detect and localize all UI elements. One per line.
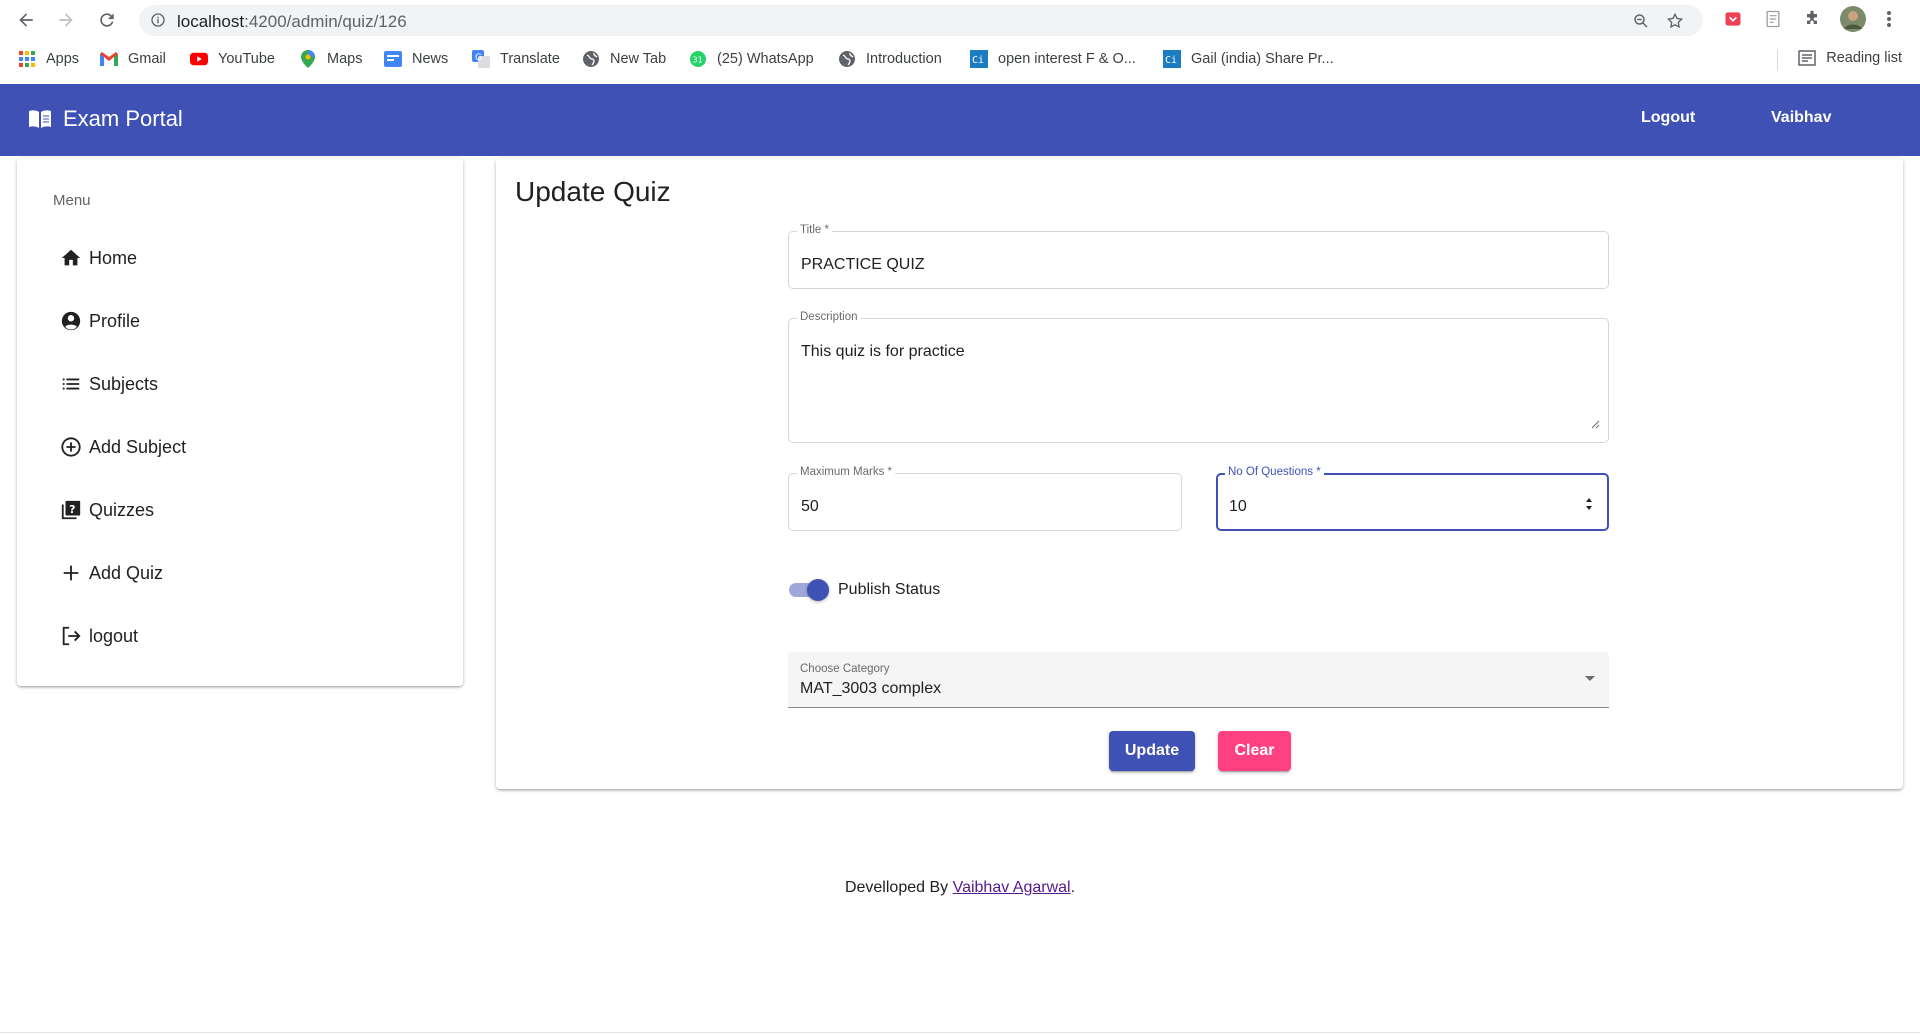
- sidebar: Menu Home Profile Subjects Add Subject ?…: [17, 158, 463, 686]
- svg-text:Ci: Ci: [1165, 55, 1177, 66]
- bookmark-gail-share[interactable]: Ci Gail (india) Share Pr...: [1163, 50, 1334, 68]
- forward-icon[interactable]: [54, 8, 78, 32]
- sidebar-item-profile[interactable]: Profile: [59, 309, 140, 333]
- translate-icon: G: [472, 50, 490, 68]
- docs-extension-icon[interactable]: [1763, 9, 1783, 34]
- bookmark-introduction[interactable]: Introduction: [838, 50, 942, 68]
- bookmark-new-tab[interactable]: New Tab: [582, 50, 666, 68]
- reload-icon[interactable]: [95, 8, 119, 32]
- footer: Develloped By Vaibhav Agarwal.: [844, 879, 1076, 896]
- number-spinner-icon[interactable]: [1585, 497, 1593, 516]
- title-field[interactable]: Title * PRACTICE QUIZ: [788, 224, 1609, 289]
- update-button[interactable]: Update: [1109, 731, 1195, 771]
- zoom-icon[interactable]: [1632, 12, 1650, 35]
- sidebar-item-subjects[interactable]: Subjects: [59, 372, 158, 396]
- more-options-icon[interactable]: [1886, 9, 1892, 34]
- ci-icon: Ci: [970, 50, 988, 68]
- bookmarks-divider: [1777, 49, 1778, 71]
- sidebar-item-logout[interactable]: logout: [59, 624, 138, 648]
- resize-handle-icon[interactable]: [1590, 416, 1600, 434]
- ci-icon: Ci: [1163, 50, 1181, 68]
- brand[interactable]: Exam Portal: [27, 106, 183, 132]
- bookmark-gmail[interactable]: Gmail: [100, 50, 166, 68]
- gmail-icon: [100, 50, 118, 68]
- bookmarks-bar: Apps Gmail YouTube Maps News G Translate…: [0, 41, 1920, 79]
- whatsapp-icon: 31: [689, 50, 707, 68]
- svg-text:?: ?: [69, 503, 75, 516]
- logout-icon: [59, 624, 83, 648]
- bookmark-open-interest[interactable]: Ci open interest F & O...: [970, 50, 1136, 68]
- bookmark-maps[interactable]: Maps: [299, 50, 362, 68]
- user-link[interactable]: Vaibhav: [1771, 109, 1831, 127]
- update-quiz-card: Update Quiz Title * PRACTICE QUIZ Descri…: [496, 158, 1903, 789]
- page-bottom-divider: [0, 1032, 1920, 1033]
- address-bar[interactable]: localhost:4200/admin/quiz/126: [139, 5, 1703, 36]
- svg-text:G: G: [475, 53, 482, 63]
- add-icon: [59, 561, 83, 585]
- questions-count-field[interactable]: No Of Questions * 10: [1216, 466, 1609, 531]
- logout-link[interactable]: Logout: [1641, 109, 1695, 127]
- bookmark-news[interactable]: News: [384, 50, 448, 68]
- bookmark-apps[interactable]: Apps: [18, 50, 79, 68]
- bookmark-youtube[interactable]: YouTube: [190, 50, 275, 68]
- maps-pin-icon: [299, 50, 317, 68]
- app-toolbar: Exam Portal Logout Vaibhav: [0, 84, 1920, 156]
- pocket-extension-icon[interactable]: [1723, 9, 1743, 34]
- page-title: Update Quiz: [515, 176, 671, 207]
- globe-icon: [838, 50, 856, 68]
- info-icon[interactable]: [150, 12, 166, 33]
- home-icon: [59, 246, 83, 270]
- description-field[interactable]: Description This quiz is for practice: [788, 311, 1609, 443]
- youtube-icon: [190, 50, 208, 68]
- author-link[interactable]: Vaibhav Agarwal: [953, 879, 1071, 896]
- sidebar-item-home[interactable]: Home: [59, 246, 137, 270]
- publish-status-toggle[interactable]: Publish Status: [789, 579, 940, 601]
- svg-text:Ci: Ci: [972, 55, 984, 66]
- sidebar-heading: Menu: [53, 192, 91, 209]
- sidebar-item-add-subject[interactable]: Add Subject: [59, 435, 186, 459]
- maximum-marks-field[interactable]: Maximum Marks * 50: [788, 466, 1182, 531]
- sidebar-item-add-quiz[interactable]: Add Quiz: [59, 561, 163, 585]
- reading-list-icon: [1798, 50, 1816, 66]
- url-text: localhost:4200/admin/quiz/126: [177, 12, 407, 31]
- clear-button[interactable]: Clear: [1218, 731, 1291, 771]
- toggle-thumb: [807, 579, 829, 601]
- category-select[interactable]: Choose Category MAT_3003 complex: [788, 652, 1609, 708]
- sidebar-item-quizzes[interactable]: ? Quizzes: [59, 498, 154, 522]
- globe-icon: [582, 50, 600, 68]
- bookmark-translate[interactable]: G Translate: [472, 50, 560, 68]
- extensions-puzzle-icon[interactable]: [1802, 9, 1822, 34]
- apps-grid-icon: [18, 50, 36, 68]
- svg-text:31: 31: [693, 56, 703, 65]
- news-icon: [384, 50, 402, 68]
- profile-avatar[interactable]: [1840, 6, 1866, 37]
- toggle-track: [789, 579, 829, 601]
- menu-book-icon: [27, 108, 63, 130]
- dropdown-arrow-icon: [1585, 676, 1595, 681]
- bookmark-whatsapp[interactable]: 31 (25) WhatsApp: [689, 50, 814, 68]
- bookmark-star-icon[interactable]: [1666, 12, 1684, 35]
- back-icon[interactable]: [14, 8, 38, 32]
- reading-list-button[interactable]: Reading list: [1798, 50, 1902, 66]
- list-icon: [59, 372, 83, 396]
- account-circle-icon: [59, 309, 83, 333]
- quiz-icon: ?: [59, 498, 83, 522]
- add-circle-outline-icon: [59, 435, 83, 459]
- browser-toolbar: localhost:4200/admin/quiz/126: [0, 0, 1920, 41]
